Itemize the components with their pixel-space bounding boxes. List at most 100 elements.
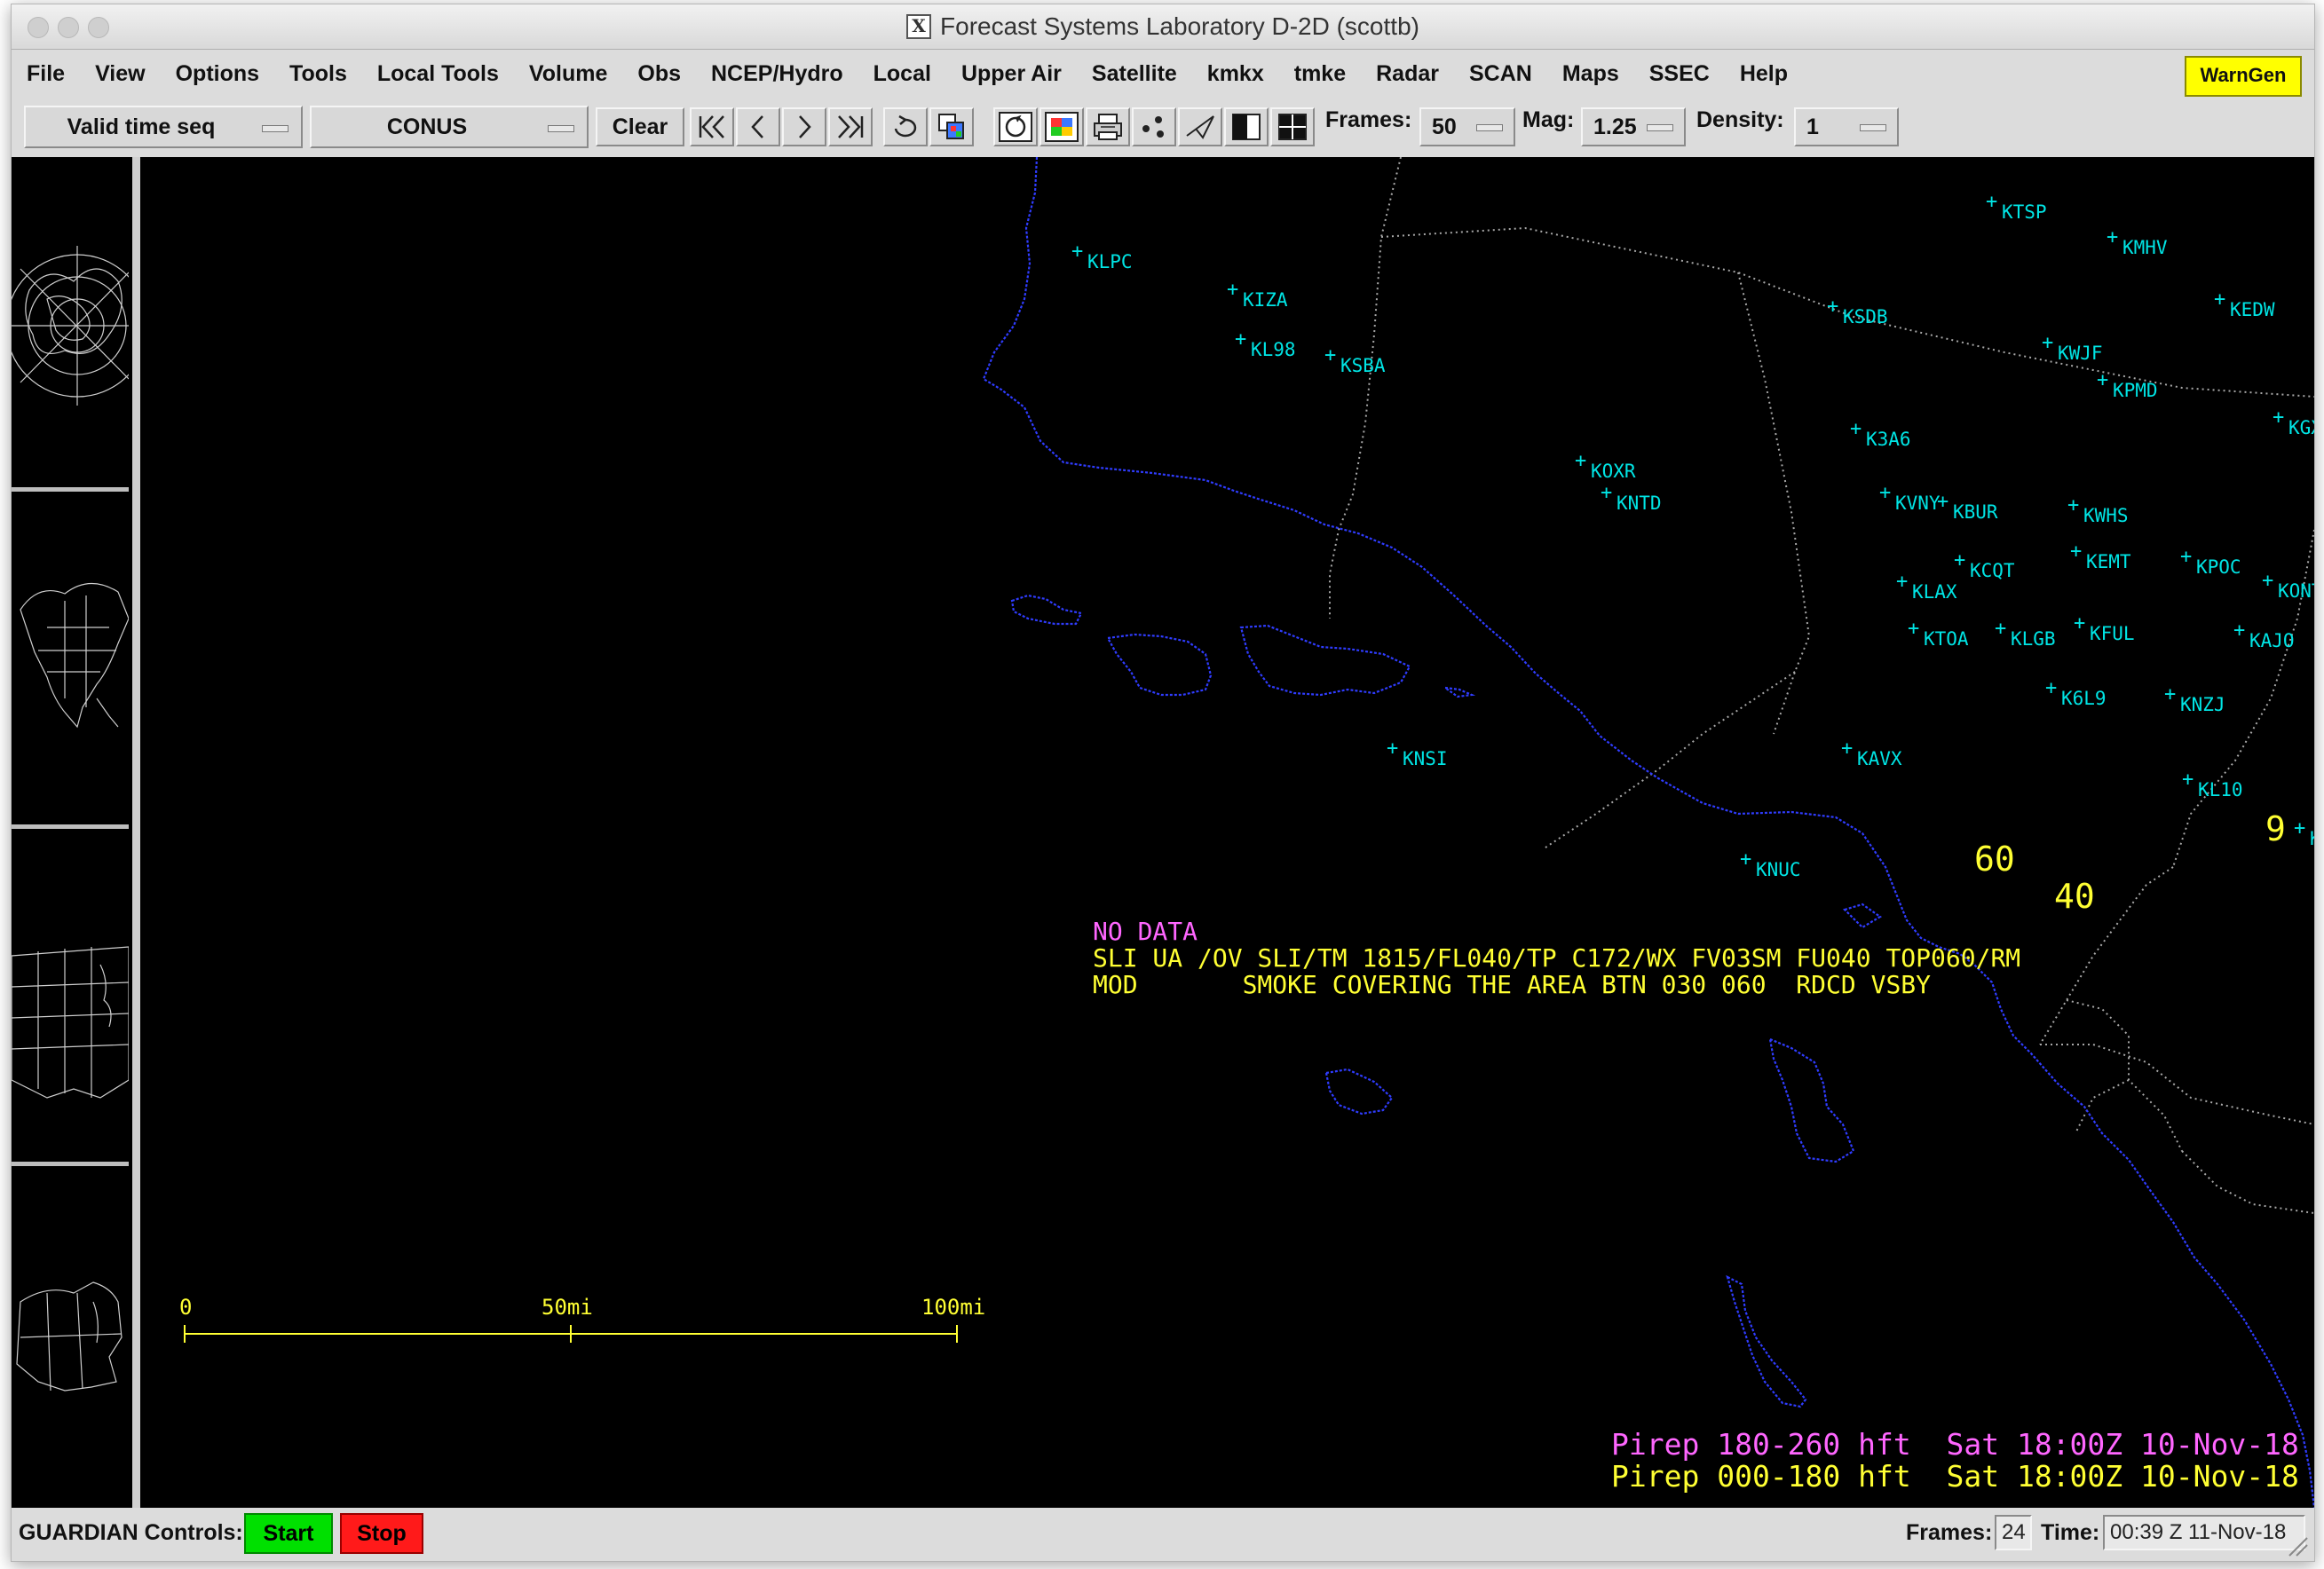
station-marker-icon: + <box>2164 683 2176 706</box>
station-label: KTSP <box>2002 201 2047 223</box>
menu-help[interactable]: Help <box>1725 51 1803 97</box>
first-frame-button[interactable] <box>690 107 734 146</box>
single-panel-icon <box>1232 114 1261 140</box>
station-label: KPOC <box>2196 556 2241 578</box>
station-label: KCQT <box>1970 560 2015 581</box>
scale-label-100mi: 100mi <box>921 1295 985 1320</box>
x11-icon: X <box>906 14 932 39</box>
menu-radar[interactable]: Radar <box>1361 51 1454 97</box>
station-marker-icon: + <box>1235 328 1246 351</box>
station-marker-icon: + <box>2182 769 2194 791</box>
density-value: 1 <box>1806 114 1819 139</box>
status-bar: GUARDIAN Controls: Start Stop Frames: 24… <box>12 1510 2314 1561</box>
option-menu-indicator-icon <box>1476 124 1503 131</box>
window-title: Forecast Systems Laboratory D-2D (scottb… <box>940 12 1419 40</box>
menu-options[interactable]: Options <box>161 51 274 97</box>
station-marker-icon: + <box>2107 226 2118 248</box>
station-marker-icon: + <box>1227 279 1238 301</box>
pirep-value-60: 60 <box>1974 840 2015 879</box>
pirep-remarks-line: MOD SMOKE COVERING THE AREA BTN 030 060 … <box>1093 970 1931 999</box>
station-marker-icon: + <box>2042 332 2053 354</box>
scale-dropdown[interactable]: CONUS <box>310 106 589 148</box>
menu-kmkx[interactable]: kmkx <box>1192 51 1279 97</box>
baseline-icon <box>1186 115 1214 139</box>
baselines-tool-button[interactable] <box>1178 107 1222 146</box>
coastline <box>982 156 2314 1509</box>
stop-button[interactable]: Stop <box>340 1513 423 1554</box>
last-frame-icon <box>838 115 864 138</box>
menu-tmke[interactable]: tmke <box>1279 51 1361 97</box>
station-marker-icon: + <box>1896 571 1908 593</box>
warngen-button[interactable]: WarnGen <box>2185 56 2302 97</box>
thumbnail-regional[interactable] <box>12 1169 129 1508</box>
resize-grip-icon[interactable] <box>2286 1534 2309 1557</box>
menu-obs[interactable]: Obs <box>622 51 696 97</box>
menu-ncep-hydro[interactable]: NCEP/Hydro <box>696 51 858 97</box>
thumbnail-conus[interactable] <box>12 832 130 1166</box>
station-marker-icon: + <box>2074 612 2085 635</box>
menu-local-tools[interactable]: Local Tools <box>362 51 514 97</box>
station-label: KNUC <box>1756 859 1801 880</box>
menu-tools[interactable]: Tools <box>274 51 362 97</box>
station-label: K3A6 <box>1866 429 1911 450</box>
menu-local[interactable]: Local <box>858 51 946 97</box>
frames-dropdown[interactable]: 50 <box>1419 107 1515 146</box>
station-marker-icon: + <box>1324 344 1336 367</box>
station-marker-icon: + <box>1740 848 1751 871</box>
clear-button[interactable]: Clear <box>596 107 684 146</box>
station-marker-icon: + <box>1827 296 1838 318</box>
density-dropdown[interactable]: 1 <box>1794 107 1899 146</box>
option-menu-indicator-icon <box>1860 124 1886 131</box>
station-label: KPMD <box>2113 380 2158 401</box>
scale-label: CONUS <box>386 114 468 139</box>
auto-update-icon <box>999 112 1032 142</box>
station-label: KWJF <box>2058 343 2103 364</box>
station-marker-icon: + <box>2294 817 2305 840</box>
print-button[interactable] <box>1086 107 1130 146</box>
station-marker-icon: + <box>2273 406 2284 429</box>
menu-ssec[interactable]: SSEC <box>1634 51 1725 97</box>
menu-view[interactable]: View <box>80 51 161 97</box>
station-marker-icon: + <box>2067 494 2079 516</box>
thumbnail-north-polar[interactable] <box>12 157 149 492</box>
mag-dropdown[interactable]: 1.25 <box>1581 107 1686 146</box>
status-frames-label: Frames: <box>1906 1520 1993 1545</box>
option-menu-indicator-icon <box>262 125 289 132</box>
station-label: KLPC <box>1087 251 1133 272</box>
auto-update-button[interactable] <box>993 107 1038 146</box>
thumbnail-north-america[interactable] <box>12 494 130 829</box>
menu-maps[interactable]: Maps <box>1547 51 1634 97</box>
prev-frame-button[interactable] <box>736 107 780 146</box>
legend-pirep-low: Pirep 000-180 hft Sat 18:00Z 10-Nov-18 <box>1611 1459 2299 1494</box>
menu-volume[interactable]: Volume <box>514 51 622 97</box>
station-label: KNTD <box>1617 493 1662 514</box>
toolbar: Valid time seq CONUS Clear Frames: 50 Ma… <box>12 99 2314 154</box>
next-frame-button[interactable] <box>782 107 826 146</box>
station-markers: + KTSP+ KMHV+ KLPC+ KIZA + KEDW+ KSDB+ KWJF+ KL98… <box>1071 191 2314 880</box>
status-frames-field: 24 <box>1995 1515 2032 1550</box>
station-label: KEDW <box>2230 299 2275 320</box>
scale-label-zero: 0 <box>179 1295 192 1320</box>
menu-satellite[interactable]: Satellite <box>1077 51 1192 97</box>
color-table-button[interactable] <box>1039 107 1084 146</box>
app-window: X Forecast Systems Laboratory D-2D (scot… <box>11 4 2315 1562</box>
menu-file[interactable]: File <box>12 51 80 97</box>
menu-scan[interactable]: SCAN <box>1454 51 1547 97</box>
time-mode-dropdown[interactable]: Valid time seq <box>24 106 303 148</box>
start-button[interactable]: Start <box>244 1513 333 1554</box>
image-combine-button[interactable] <box>929 107 974 146</box>
main-map-pane[interactable]: + KTSP + KMHV + KLPC + KIZA + KEDW + KSDB + KWJF + KL98… <box>140 156 2314 1509</box>
loop-button[interactable] <box>883 107 928 146</box>
four-panel-button[interactable] <box>1270 107 1315 146</box>
last-frame-button[interactable] <box>828 107 873 146</box>
menu-upper-air[interactable]: Upper Air <box>946 51 1077 97</box>
station-marker-icon: + <box>2045 677 2057 699</box>
single-panel-button[interactable] <box>1224 107 1269 146</box>
station-marker-icon: + <box>1879 482 1891 504</box>
display-area: + KTSP + KMHV + KLPC + KIZA + KEDW + KSDB + KWJF + KL98… <box>12 156 2314 1509</box>
image-combine-icon <box>938 114 964 139</box>
station-marker-icon: + <box>2097 369 2108 391</box>
points-tool-button[interactable] <box>1132 107 1176 146</box>
time-mode-label: Valid time seq <box>67 114 216 139</box>
north-america-map-thumbnail <box>20 582 130 729</box>
